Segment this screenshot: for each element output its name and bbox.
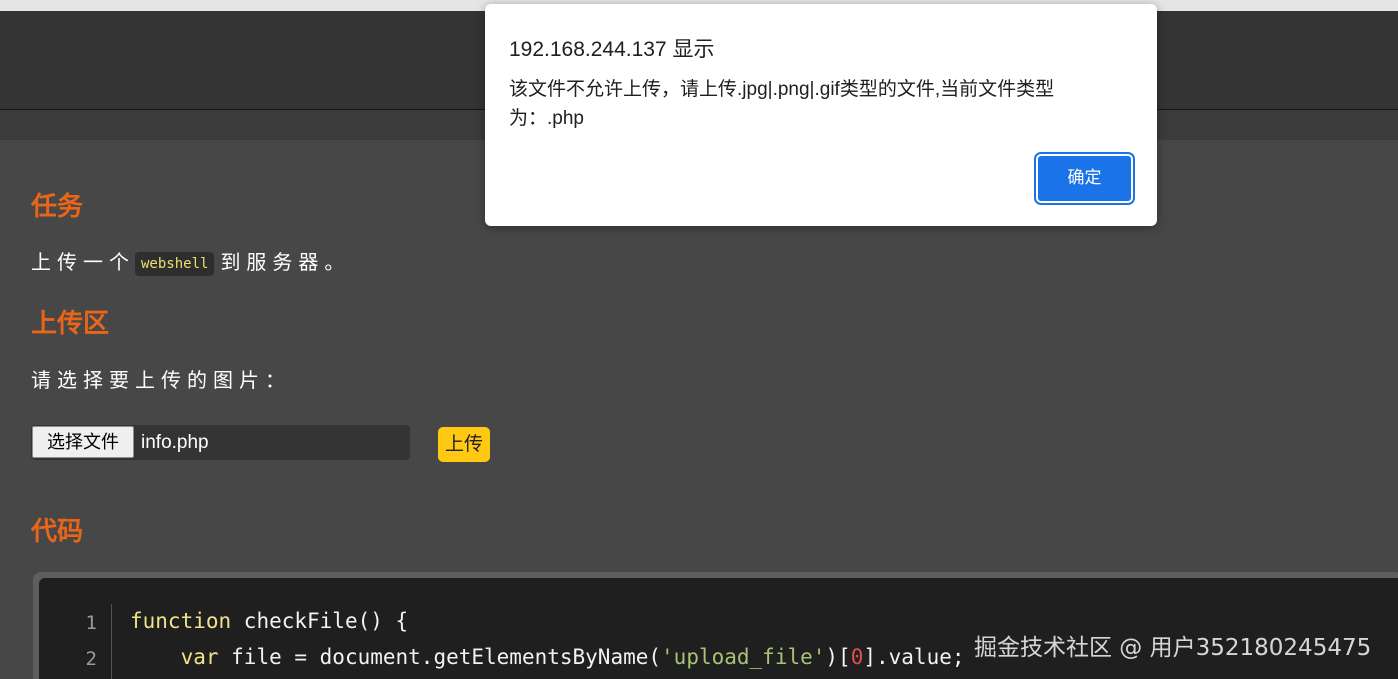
dialog-message-line-1: 该文件不允许上传，请上传.jpg|.png|.gif类型的文件,当前文件类型 [509, 79, 1055, 100]
dialog-title: 192.168.244.137 显示 [509, 38, 715, 61]
upload-area-title: 上传区 [31, 309, 110, 339]
code-string: 'upload_file' [661, 645, 826, 669]
code-line-1: function checkFile() { [130, 609, 408, 633]
choose-file-button[interactable]: 选择文件 [32, 426, 134, 458]
gutter-divider [111, 604, 112, 679]
dialog-message: 该文件不允许上传，请上传.jpg|.png|.gif类型的文件,当前文件类型 为… [509, 75, 1089, 133]
watermark: 掘金技术社区 @ 用户352180245475 [974, 635, 1372, 661]
code-text: checkFile() { [231, 609, 409, 633]
code-line-2: var file = document.getElementsByName('u… [130, 645, 965, 669]
task-title: 任务 [31, 192, 84, 222]
dialog-ok-button[interactable]: 确定 [1034, 152, 1135, 205]
line-number: 1 [85, 612, 97, 634]
code-text: )[ [825, 645, 851, 669]
code-block: 1 2 function checkFile() { var file = do… [33, 572, 1398, 679]
task-text-after: 到服务器。 [220, 250, 351, 274]
code-number: 0 [850, 645, 864, 669]
dialog-message-line-2: 为：.php [509, 108, 584, 129]
alert-dialog: 192.168.244.137 显示 该文件不允许上传，请上传.jpg|.png… [485, 4, 1157, 226]
code-text: ].value; [863, 645, 965, 669]
upload-button[interactable]: 上传 [438, 427, 490, 462]
selected-file-name: info.php [141, 432, 209, 453]
line-number: 2 [85, 648, 97, 670]
upload-prompt: 请选择要上传的图片： [31, 368, 291, 392]
code-title: 代码 [31, 517, 84, 547]
webshell-code-tag: webshell [135, 251, 215, 276]
code-text: file = document.getElementsByName( [218, 645, 662, 669]
file-input[interactable]: 选择文件 info.php [31, 425, 410, 460]
code-keyword: function [130, 609, 232, 633]
code-keyword: var [180, 645, 219, 669]
task-description: 上传一个 webshell 到服务器。 [31, 246, 350, 276]
task-text-before: 上传一个 [31, 250, 135, 274]
